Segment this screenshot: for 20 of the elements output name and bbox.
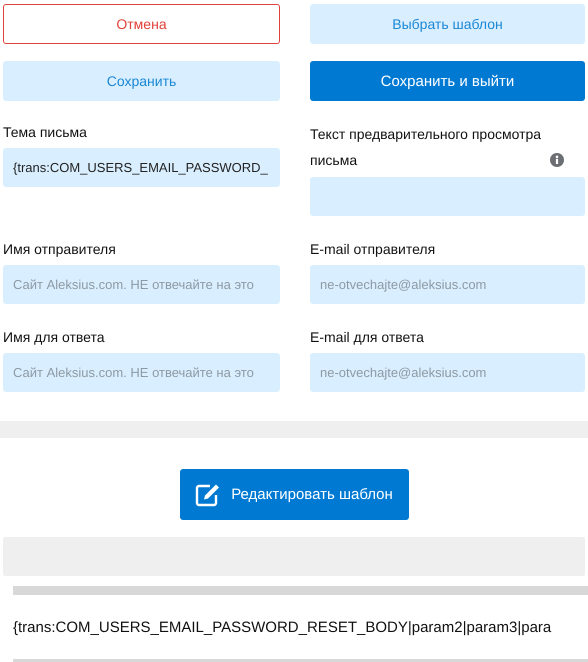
input-field[interactable]: {trans:COM_USERS_EMAIL_PASSWORD_ [3,148,280,187]
template-body-text: {trans:COM_USERS_EMAIL_PASSWORD_RESET_BODY|param2|param3|para [13,618,552,638]
input-field[interactable] [310,177,585,216]
input-field[interactable]: Сайт Aleksius.com. НЕ отвечайте на это [3,265,280,304]
field-label: E-mail для ответа [310,328,424,347]
field-label: E-mail отправителя [310,240,436,259]
edit-template-button[interactable]: Редактировать шаблон [180,469,408,520]
form-button[interactable]: Выбрать шаблон [310,4,585,44]
info-icon[interactable] [550,153,564,167]
input-field[interactable]: ne-otvechajte@aleksius.com [310,353,585,392]
form-button[interactable]: Сохранить и выйти [310,61,585,101]
field-label: Имя отправителя [3,240,116,259]
field-label: Текст предварительного просмотра письма [310,125,542,170]
edit-icon [195,482,222,506]
form-button[interactable]: Сохранить [3,61,280,101]
form-button[interactable]: Отмена [3,4,280,44]
field-label: Тема письма [3,123,87,142]
input-field[interactable]: ne-otvechajte@aleksius.com [310,265,585,304]
input-field[interactable]: Сайт Aleksius.com. НЕ отвечайте на это [3,353,280,392]
field-label: Имя для ответа [3,328,104,347]
